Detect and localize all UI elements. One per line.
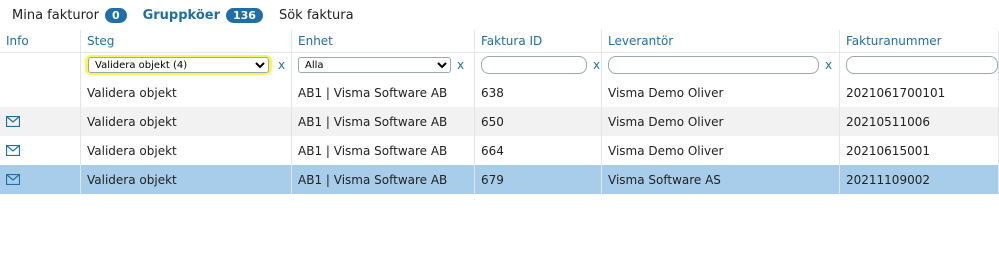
clear-faktura-id-button[interactable]: x: [593, 58, 600, 72]
info-cell: [0, 78, 81, 107]
leverantor-cell: Visma Demo Oliver: [602, 136, 840, 165]
fakturanummer-cell: 20210511006: [840, 107, 999, 136]
info-cell: [0, 136, 81, 165]
leverantor-input[interactable]: [608, 56, 819, 74]
tab-sok-faktura[interactable]: Sök faktura: [279, 8, 354, 23]
tab-mina-fakturor[interactable]: Mina fakturor 0: [12, 7, 127, 23]
count-badge: 136: [226, 7, 263, 23]
clear-enhet-button[interactable]: x: [457, 58, 464, 72]
leverantor-cell: Visma Software AS: [602, 165, 840, 194]
leverantor-cell: Visma Demo Oliver: [602, 107, 840, 136]
filter-row: Validera objekt (4) x Alla x x x: [0, 52, 999, 79]
count-badge: 0: [104, 7, 127, 23]
tab-bar: Mina fakturor 0 Gruppköer 136 Sök faktur…: [0, 0, 999, 31]
steg-cell: Validera objekt: [81, 165, 292, 194]
table-row-selected[interactable]: Validera objekt AB1 | Visma Software AB …: [0, 165, 999, 194]
tab-label: Gruppköer: [142, 7, 220, 23]
steg-cell: Validera objekt: [81, 107, 292, 136]
mail-icon[interactable]: [6, 174, 20, 185]
tab-label: Mina fakturor: [12, 7, 99, 23]
tab-gruppkoer[interactable]: Gruppköer 136: [142, 7, 263, 23]
steg-cell: Validera objekt: [81, 78, 292, 107]
mail-icon[interactable]: [6, 116, 20, 127]
fakturanummer-cell: 20211109002: [840, 165, 999, 194]
table-row[interactable]: Validera objekt AB1 | Visma Software AB …: [0, 107, 999, 136]
tab-label: Sök faktura: [278, 7, 354, 23]
fakturanummer-input[interactable]: [846, 56, 998, 74]
header-enhet[interactable]: Enhet: [292, 30, 475, 52]
table-row[interactable]: Validera objekt AB1 | Visma Software AB …: [0, 78, 999, 107]
enhet-cell: AB1 | Visma Software AB: [292, 78, 475, 107]
fakturanummer-cell: 2021061700101: [840, 78, 999, 107]
header-steg[interactable]: Steg: [81, 30, 292, 52]
enhet-cell: AB1 | Visma Software AB: [292, 165, 475, 194]
faktura-id-input[interactable]: [481, 56, 587, 74]
enhet-cell: AB1 | Visma Software AB: [292, 136, 475, 165]
filter-info-empty: [0, 52, 81, 78]
info-cell: [0, 107, 81, 136]
info-cell: [0, 165, 81, 194]
filter-leverantor: x: [602, 52, 840, 78]
filter-enhet: Alla x: [292, 52, 475, 78]
enhet-cell: AB1 | Visma Software AB: [292, 107, 475, 136]
faktura-id-cell: 638: [475, 78, 602, 107]
filter-fakturanummer: [840, 52, 999, 78]
header-leverantor[interactable]: Leverantör: [602, 30, 840, 52]
steg-select[interactable]: Validera objekt (4): [88, 57, 269, 74]
filter-faktura-id: x: [475, 52, 602, 78]
faktura-id-cell: 650: [475, 107, 602, 136]
header-row: Info Steg Enhet Faktura ID Leverantör Fa…: [0, 30, 999, 53]
highlight-marker: Validera objekt (4): [85, 54, 272, 76]
filter-steg: Validera objekt (4) x: [81, 52, 292, 78]
header-faktura-id[interactable]: Faktura ID: [475, 30, 602, 52]
enhet-select[interactable]: Alla: [298, 57, 451, 73]
steg-cell: Validera objekt: [81, 136, 292, 165]
faktura-id-cell: 679: [475, 165, 602, 194]
faktura-id-cell: 664: [475, 136, 602, 165]
clear-steg-button[interactable]: x: [278, 58, 285, 72]
header-info[interactable]: Info: [0, 30, 81, 52]
leverantor-cell: Visma Demo Oliver: [602, 78, 840, 107]
mail-icon[interactable]: [6, 145, 20, 156]
clear-leverantor-button[interactable]: x: [825, 58, 832, 72]
header-fakturanummer[interactable]: Fakturanummer: [840, 30, 999, 52]
fakturanummer-cell: 20210615001: [840, 136, 999, 165]
table-row[interactable]: Validera objekt AB1 | Visma Software AB …: [0, 136, 999, 165]
